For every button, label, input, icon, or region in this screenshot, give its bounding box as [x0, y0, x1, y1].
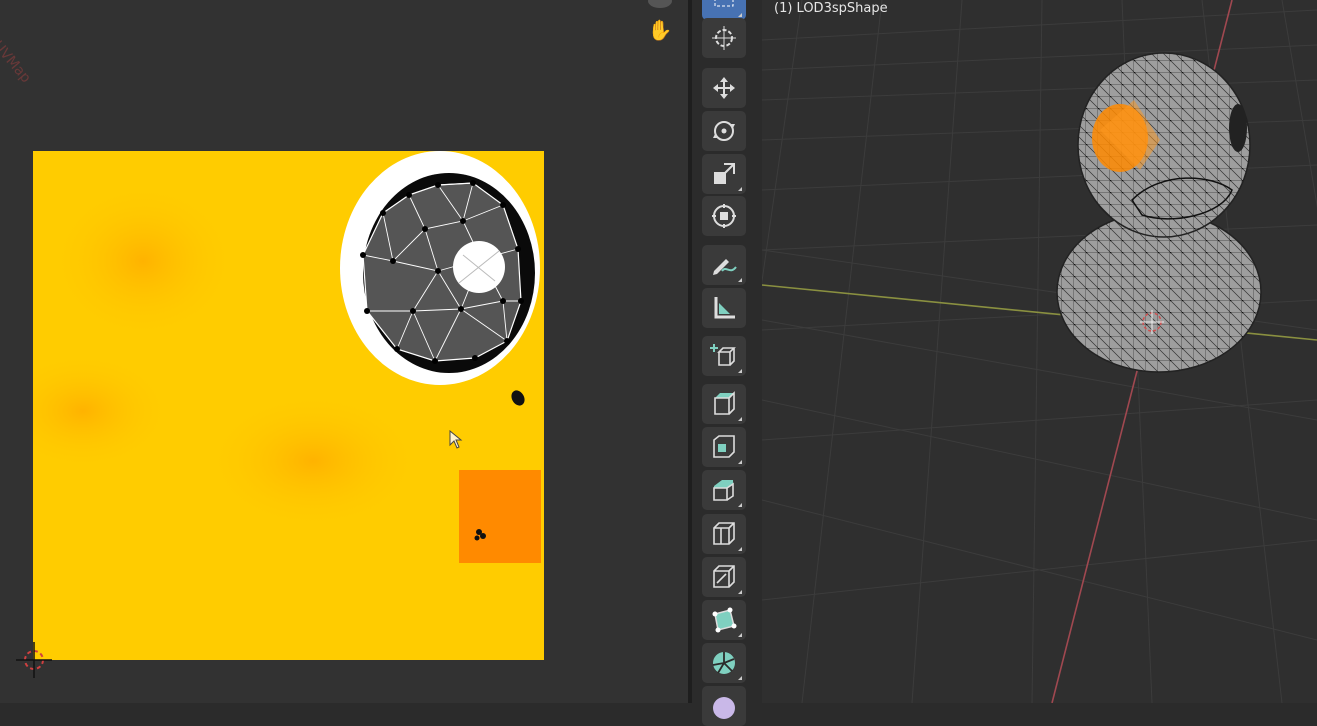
measure-tool-button[interactable]: [702, 288, 746, 328]
texture-shade: [48, 181, 238, 341]
move-icon: [713, 77, 735, 99]
uv-map-label: UVMap: [0, 38, 34, 87]
annotate-icon: [713, 259, 737, 275]
pan-view-icon[interactable]: ✋: [646, 16, 674, 44]
duck-eye-right: [1229, 104, 1247, 152]
mouse-pointer-icon: [449, 430, 463, 449]
inset-faces-tool-button[interactable]: [702, 427, 746, 467]
poly-build-tool-button[interactable]: [702, 600, 746, 640]
rotate-tool-button[interactable]: [702, 111, 746, 151]
extrude-icon: [714, 391, 735, 415]
loop-cut-tool-button[interactable]: [702, 514, 746, 554]
uv-editor-area[interactable]: UVMap ✋: [0, 0, 688, 703]
move-tool-button[interactable]: [702, 68, 746, 108]
annotate-tool-button[interactable]: [702, 245, 746, 285]
add-cube-icon: [710, 344, 736, 366]
select-box-icon: [714, 0, 734, 7]
loop-cut-icon: [713, 522, 735, 545]
2d-cursor-icon[interactable]: [14, 640, 54, 680]
3d-viewport[interactable]: [762, 0, 1317, 703]
scale-icon: [714, 163, 735, 184]
cursor-icon: [712, 26, 736, 50]
texture-orange-patch: [459, 470, 541, 563]
cursor-tool-button[interactable]: [702, 18, 746, 58]
active-object-label: (1) LOD3spShape: [774, 1, 888, 16]
transform-icon: [712, 204, 736, 228]
add-cube-tool-button[interactable]: [702, 336, 746, 376]
transform-tool-button[interactable]: [702, 196, 746, 236]
bevel-icon: [713, 480, 734, 501]
tool-shelf: [692, 0, 762, 726]
bevel-tool-button[interactable]: [702, 470, 746, 510]
select-box-tool-button[interactable]: [702, 0, 746, 20]
rotate-icon: [713, 121, 735, 141]
smooth-tool-button[interactable]: [702, 686, 746, 726]
knife-tool-button[interactable]: [702, 557, 746, 597]
spin-icon: [712, 652, 735, 674]
texture-shade: [203, 391, 423, 531]
knife-icon: [713, 565, 735, 588]
extrude-region-tool-button[interactable]: [702, 384, 746, 424]
spin-tool-button[interactable]: [702, 643, 746, 683]
smooth-icon: [713, 697, 735, 719]
uv-texture-image[interactable]: [33, 151, 544, 660]
poly-build-icon: [712, 607, 737, 633]
inset-icon: [713, 435, 735, 458]
measure-icon: [714, 297, 735, 319]
scale-tool-button[interactable]: [702, 154, 746, 194]
view-zoom-gizmo[interactable]: [648, 0, 672, 8]
